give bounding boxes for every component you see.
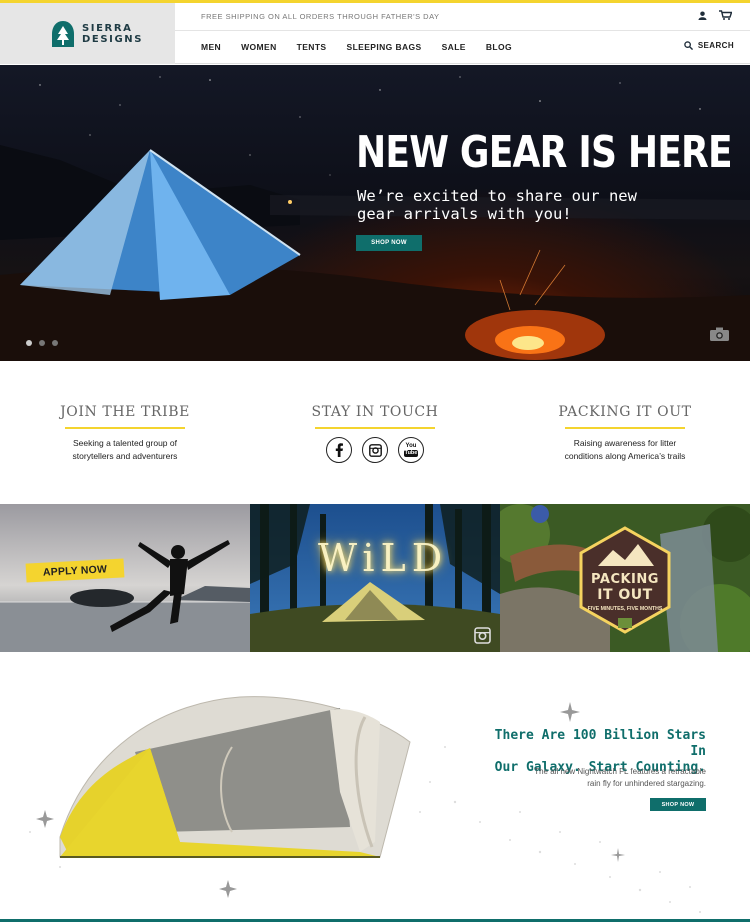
logo-line-2: DESIGNS (82, 33, 144, 45)
hero-shop-now-button[interactable]: SHOP NOW (356, 235, 422, 251)
nav-sale[interactable]: SALE (442, 42, 466, 52)
join-the-tribe-text: Seeking a talented group of storytellers… (5, 437, 245, 463)
carousel-dot-2[interactable] (39, 340, 45, 346)
nav-sleeping-bags[interactable]: SLEEPING BAGS (347, 42, 422, 52)
hero-banner: NEW GEAR IS HERE We’re excited to share … (0, 65, 750, 361)
instagram-wild-tile[interactable]: WiLD (250, 504, 500, 652)
text-line: Raising awareness for litter (573, 438, 677, 448)
youtube-label-1: You (405, 443, 417, 449)
section-underline (315, 427, 435, 429)
logo[interactable]: SIERRA DESIGNS (0, 3, 175, 64)
nav-blog[interactable]: BLOG (486, 42, 512, 52)
promo-shop-now-button[interactable]: SHOP NOW (650, 798, 706, 811)
promo-title-line-1: There Are 100 Billion Stars In (494, 728, 706, 759)
text-line: storytellers and adventurers (72, 451, 178, 461)
stay-in-touch-title: STAY IN TOUCH (311, 404, 439, 420)
search-icon (684, 41, 693, 50)
text-line: Seeking a talented group of (73, 438, 177, 448)
badge-subtitle: FIVE MINUTES, FIVE MONTHS (587, 606, 663, 612)
packing-it-out-title[interactable]: PACKING IT OUT (505, 404, 745, 420)
wild-light-text: WiLD (318, 536, 449, 580)
header-divider (175, 30, 750, 31)
nav-men[interactable]: MEN (201, 42, 221, 52)
camera-icon[interactable] (710, 327, 729, 341)
user-icon[interactable] (698, 10, 707, 20)
site-header: SIERRA DESIGNS FREE SHIPPING ON ALL ORDE… (0, 3, 750, 64)
promo-description: The all new Nightwatch FL features a ret… (480, 766, 706, 790)
nav-tents[interactable]: TENTS (297, 42, 327, 52)
text-line: conditions along America’s trails (564, 451, 686, 461)
search-label: SEARCH (697, 41, 734, 50)
nightwatch-promo: There Are 100 Billion Stars In Our Galax… (0, 652, 750, 922)
carousel-dot-1[interactable] (26, 340, 32, 346)
apply-now-tile[interactable]: APPLY NOW (0, 504, 250, 652)
promo-text-line-2: rain fly for unhindered stargazing. (587, 779, 706, 788)
join-the-tribe-title[interactable]: JOIN THE TRIBE (5, 404, 245, 420)
section-underline (565, 427, 685, 429)
carousel-dot-3[interactable] (52, 340, 58, 346)
packing-it-out-section: PACKING IT OUT Raising awareness for lit… (505, 404, 745, 463)
badge-title-line-2: IT OUT (597, 587, 653, 603)
tree-logo-icon (52, 20, 74, 47)
search-button[interactable]: SEARCH (684, 41, 734, 50)
packing-it-out-text: Raising awareness for litter conditions … (505, 437, 745, 463)
nav-women[interactable]: WOMEN (241, 42, 277, 52)
youtube-icon[interactable]: You Tube (398, 437, 424, 463)
social-links: You Tube (255, 437, 495, 463)
hero-subtitle: We’re excited to share our new gear arri… (357, 187, 637, 223)
packing-it-out-badge: PACKING IT OUT FIVE MINUTES, FIVE MONTHS (578, 526, 672, 634)
facebook-icon[interactable] (326, 437, 352, 463)
main-nav: MEN WOMEN TENTS SLEEPING BAGS SALE BLOG (201, 42, 532, 52)
join-the-tribe-section: JOIN THE TRIBE Seeking a talented group … (5, 404, 245, 463)
badge-title-line-1: PACKING (591, 572, 659, 587)
header-icons (698, 10, 732, 20)
cart-icon[interactable] (719, 10, 732, 20)
instagram-icon[interactable] (362, 437, 388, 463)
section-underline (65, 427, 185, 429)
logo-text: SIERRA DESIGNS (82, 23, 143, 45)
instagram-icon[interactable] (474, 627, 491, 644)
stay-in-touch-section: STAY IN TOUCH You Tube (255, 404, 495, 463)
packing-it-out-tile[interactable]: PACKING IT OUT FIVE MINUTES, FIVE MONTHS (500, 504, 750, 652)
promo-text-line-1: The all new Nightwatch FL features a ret… (534, 767, 706, 776)
carousel-dots (26, 340, 58, 346)
logo-line-1: SIERRA (82, 22, 133, 34)
hero-title: NEW GEAR IS HERE (356, 127, 733, 178)
promo-banner: FREE SHIPPING ON ALL ORDERS THROUGH FATH… (201, 12, 440, 21)
youtube-label-2: Tube (403, 450, 419, 457)
